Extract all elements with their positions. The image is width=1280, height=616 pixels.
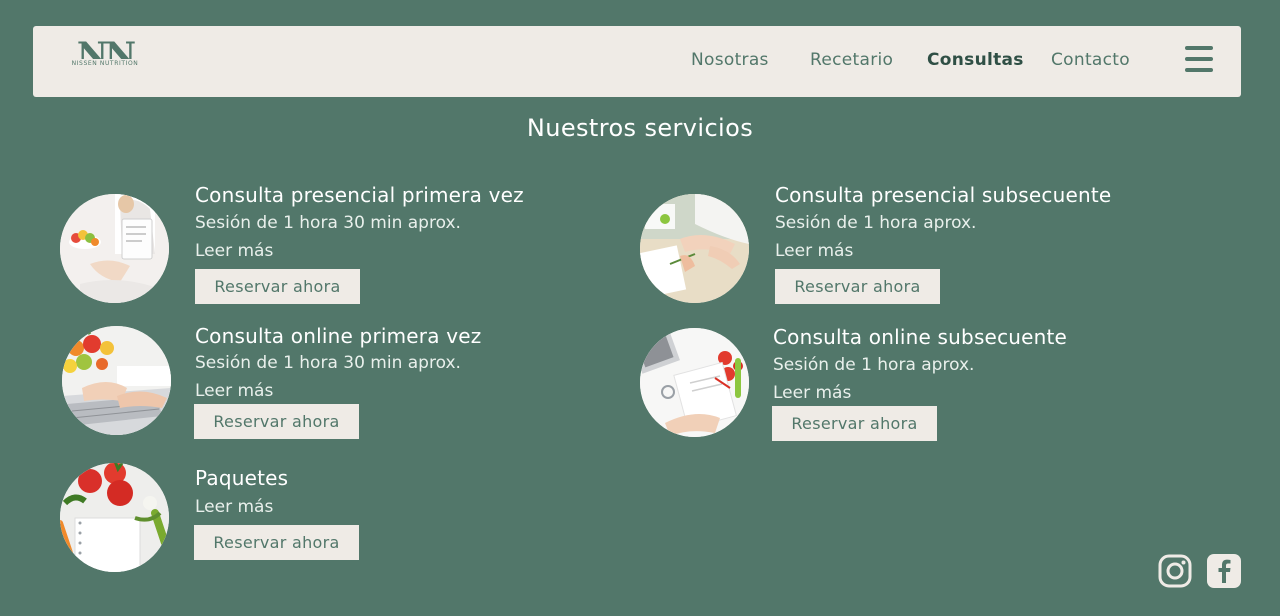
laptop-fruits-image: [62, 326, 171, 435]
read-more-link[interactable]: Leer más: [195, 241, 273, 261]
nav-link-consultas[interactable]: Consultas: [927, 50, 1024, 70]
service-title: Consulta presencial primera vez: [195, 183, 524, 207]
read-more-link[interactable]: Leer más: [775, 241, 853, 261]
service-title: Consulta online subsecuente: [773, 325, 1068, 349]
service-duration: Sesión de 1 hora aprox.: [773, 355, 975, 375]
book-now-button[interactable]: Reservar ahora: [772, 406, 937, 441]
nav-link-contacto[interactable]: Contacto: [1051, 50, 1130, 70]
book-now-button[interactable]: Reservar ahora: [194, 404, 359, 439]
book-now-button[interactable]: Reservar ahora: [195, 269, 360, 304]
read-more-link[interactable]: Leer más: [773, 383, 851, 403]
tablet-tomatoes-image: [640, 328, 749, 437]
service-duration: Sesión de 1 hora 30 min aprox.: [195, 213, 461, 233]
facebook-icon[interactable]: [1207, 554, 1241, 588]
nav-link-recetario[interactable]: Recetario: [810, 50, 893, 70]
svg-text:NN: NN: [77, 38, 135, 75]
vegetables-notebook-image: [60, 463, 169, 572]
read-more-link[interactable]: Leer más: [195, 497, 273, 517]
svg-text:NISSEN NUTRITION: NISSEN NUTRITION: [72, 60, 139, 67]
service-duration: Sesión de 1 hora 30 min aprox.: [195, 353, 461, 373]
nav-link-nosotras[interactable]: Nosotras: [691, 50, 769, 70]
brand-logo[interactable]: NN NISSEN NUTRITION: [63, 38, 147, 84]
read-more-link[interactable]: Leer más: [195, 381, 273, 401]
service-title: Paquetes: [195, 466, 289, 490]
page-title: Nuestros servicios: [526, 114, 754, 142]
service-duration: Sesión de 1 hora aprox.: [775, 213, 977, 233]
service-title: Consulta presencial subsecuente: [775, 183, 1112, 207]
book-now-button[interactable]: Reservar ahora: [194, 525, 359, 560]
service-title: Consulta online primera vez: [195, 324, 482, 348]
nutritionist-consultation-image: [60, 194, 169, 303]
hamburger-menu-icon[interactable]: [1185, 46, 1213, 76]
instagram-icon[interactable]: [1158, 554, 1192, 588]
book-now-button[interactable]: Reservar ahora: [775, 269, 940, 304]
top-navbar: NN NISSEN NUTRITION Nosotras Recetario C…: [33, 26, 1241, 97]
desk-notes-image: [640, 194, 749, 303]
